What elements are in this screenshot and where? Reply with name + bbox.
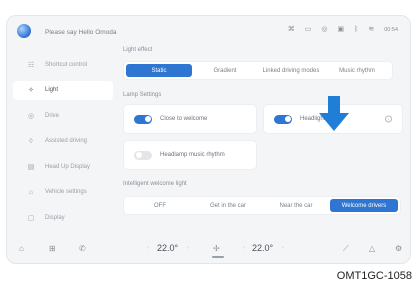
sidebar-item-label: Display xyxy=(45,214,65,221)
sidebar-item-label: Head Up Display xyxy=(45,163,91,170)
info-icon[interactable]: i xyxy=(385,115,392,123)
sidebar-item-label: Vehicle settings xyxy=(45,189,87,196)
light-effect-selector: Static Gradient Linked driving modes Mus… xyxy=(123,61,393,80)
bottom-bar: ⌂ ⊞ ✆ ‹ 22.0° › ✢ ‹ 22.0° › ⟋ △ ⚙ xyxy=(7,235,410,263)
display-icon: ▢ xyxy=(27,214,35,222)
bluetooth-icon: ᛒ xyxy=(354,26,359,33)
seat-icon[interactable]: ⟋ xyxy=(343,244,349,254)
welcome-light-option-off[interactable]: OFF xyxy=(126,199,194,212)
light-effect-option-music-rhythm[interactable]: Music rhythm xyxy=(324,64,390,77)
welcome-light-selector: OFF Get in the car Near the car Welcome … xyxy=(123,196,401,215)
sidebar-item-label: Drive xyxy=(45,112,60,119)
home-icon[interactable]: ⌂ xyxy=(19,244,24,253)
clock: 00:54 xyxy=(384,27,398,33)
right-temperature[interactable]: 22.0° xyxy=(252,243,273,253)
light-effect-option-static[interactable]: Static xyxy=(126,64,192,77)
voice-greeting: Please say Hello Omoda xyxy=(45,29,117,36)
warning-icon[interactable]: △ xyxy=(369,244,375,253)
temp-left-decrease[interactable]: ‹ xyxy=(147,245,149,251)
fan-level-indicator xyxy=(212,256,224,258)
close-to-welcome-toggle[interactable] xyxy=(134,114,152,124)
voice-assistant-icon[interactable] xyxy=(17,24,31,38)
sidebar-item-shortcut-control[interactable]: ☷ Shortcut control xyxy=(7,52,115,78)
fan-icon[interactable]: ⌘ xyxy=(288,26,295,34)
sidebar: ☷ Shortcut control ✧ Light ◎ Drive ◊ Ass… xyxy=(7,52,115,231)
infotainment-screen: Please say Hello Omoda ⌘ ▭ ◎ ▣ ᛒ ≋ 00:54… xyxy=(6,15,411,264)
sidebar-item-drive[interactable]: ◎ Drive xyxy=(7,103,115,129)
sidebar-item-label: Light xyxy=(45,87,59,94)
light-effect-label: Light effect xyxy=(123,47,153,53)
phone-icon[interactable]: ✆ xyxy=(79,244,86,253)
headlamp-music-rhythm-card: Headlamp music rhythm xyxy=(123,140,257,170)
light-icon: ✧ xyxy=(28,87,34,95)
wifi-icon: ≋ xyxy=(368,26,375,33)
settings-icon[interactable]: ⚙ xyxy=(395,244,402,253)
welcome-light-option-welcome-drivers[interactable]: Welcome drivers xyxy=(330,199,398,212)
temp-right-decrease[interactable]: ‹ xyxy=(243,245,245,251)
status-icons: ⌘ ▭ ◎ ▣ ᛒ ≋ 00:54 xyxy=(288,26,398,34)
welcome-light-option-get-in-car[interactable]: Get in the car xyxy=(194,199,262,212)
shortcut-icon: ☷ xyxy=(27,61,35,69)
fan-icon[interactable]: ✢ xyxy=(213,244,220,253)
close-to-welcome-card: Close to welcome xyxy=(123,104,257,134)
pointer-arrow-icon xyxy=(319,96,349,131)
record-icon[interactable]: ◎ xyxy=(321,26,327,34)
light-effect-option-linked-driving-modes[interactable]: Linked driving modes xyxy=(258,64,324,77)
camera-icon[interactable]: ▣ xyxy=(338,26,345,34)
welcome-light-label: Intelligent welcome light xyxy=(123,181,187,187)
light-effect-option-gradient[interactable]: Gradient xyxy=(192,64,258,77)
welcome-light-option-near-car[interactable]: Near the car xyxy=(262,199,330,212)
temp-right-increase[interactable]: › xyxy=(282,245,284,251)
temp-left-increase[interactable]: › xyxy=(187,245,189,251)
sidebar-item-label: Shortcut control xyxy=(45,61,88,68)
vehicle-icon: ⌂ xyxy=(28,188,34,196)
hud-icon: ▤ xyxy=(27,163,35,171)
sidebar-item-assisted-driving[interactable]: ◊ Assisted driving xyxy=(7,129,115,155)
headlamp-music-rhythm-toggle[interactable] xyxy=(134,150,152,160)
lamp-settings-label: Lamp Settings xyxy=(123,92,162,98)
sidebar-item-display[interactable]: ▢ Display xyxy=(7,205,115,231)
drive-icon: ◎ xyxy=(27,112,35,120)
headlamp-music-rhythm-label: Headlamp music rhythm xyxy=(160,152,225,158)
close-to-welcome-label: Close to welcome xyxy=(160,116,208,122)
top-bar: Please say Hello Omoda ⌘ ▭ ◎ ▣ ᛒ ≋ 00:54 xyxy=(7,16,410,44)
sidebar-item-light[interactable]: ✧ Light xyxy=(7,78,115,104)
headlight-delay-toggle[interactable] xyxy=(274,114,292,124)
sidebar-item-label: Assisted driving xyxy=(45,138,88,145)
apps-grid-icon[interactable]: ⊞ xyxy=(49,244,56,253)
assisted-driving-icon: ◊ xyxy=(29,137,33,145)
sidebar-item-vehicle-settings[interactable]: ⌂ Vehicle settings xyxy=(7,180,115,206)
left-temperature[interactable]: 22.0° xyxy=(157,243,178,253)
sidebar-item-head-up-display[interactable]: ▤ Head Up Display xyxy=(7,154,115,180)
figure-caption: OMT1GC-1058 xyxy=(336,270,412,282)
phone-icon[interactable]: ▭ xyxy=(305,26,312,34)
